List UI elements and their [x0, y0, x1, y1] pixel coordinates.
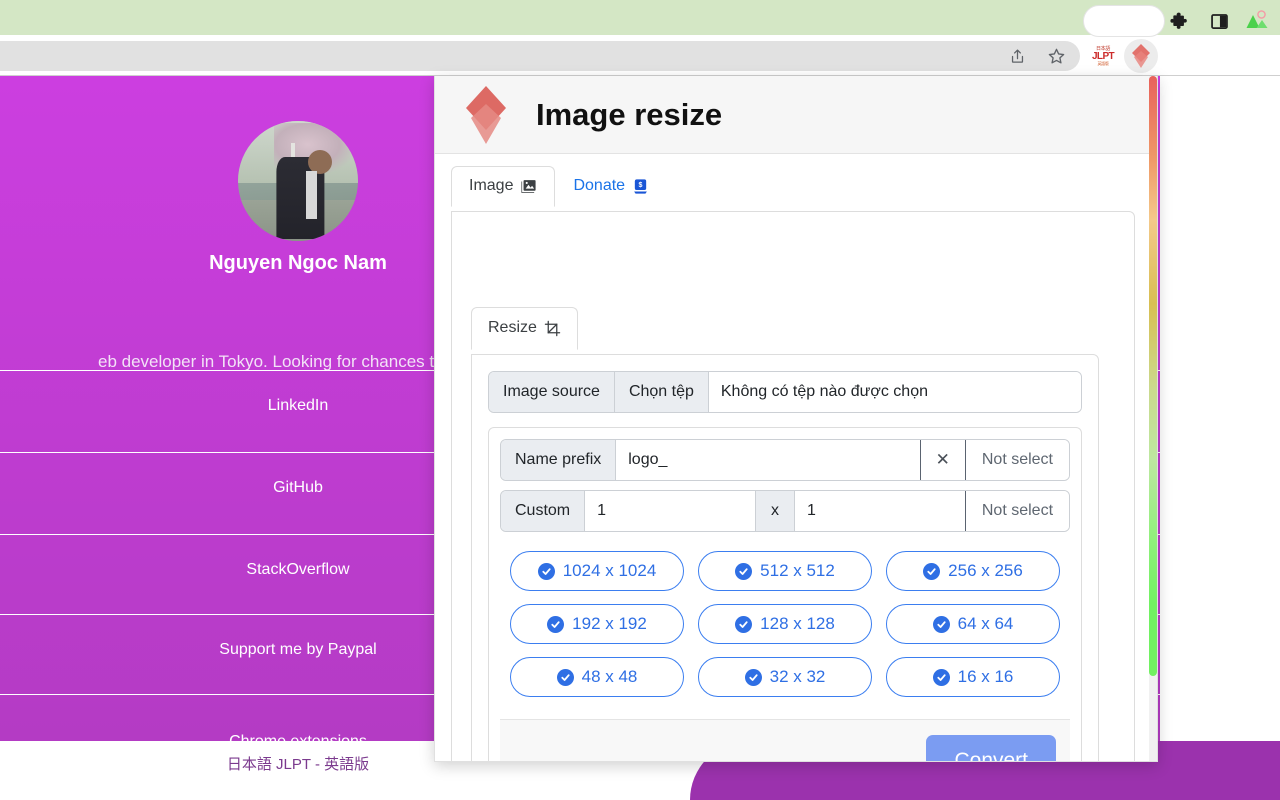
tab-resize-label: Resize — [488, 319, 537, 336]
popup-header: Image resize — [435, 76, 1151, 154]
tab-resize[interactable]: Resize — [471, 307, 578, 350]
size-chip-1024[interactable]: 1024 x 1024 — [510, 551, 684, 591]
custom-size-group: Custom 1 x 1 Not select — [500, 490, 1070, 532]
choose-file-button[interactable]: Chọn tệp — [614, 372, 709, 412]
share-icon[interactable] — [1002, 41, 1032, 71]
jlpt-icon-mid-text: JLPT — [1091, 50, 1115, 62]
custom-height-input[interactable]: 1 — [795, 491, 965, 531]
bookmark-star-icon[interactable] — [1041, 41, 1071, 71]
image-source-group: Image source Chọn tệp Không có tệp nào đ… — [488, 371, 1082, 413]
image-icon — [520, 178, 537, 195]
dimension-separator: x — [755, 491, 795, 531]
extensions-pill — [1083, 5, 1165, 37]
popup-scrollbar-track[interactable] — [1149, 76, 1157, 761]
size-chip-48[interactable]: 48 x 48 — [510, 657, 684, 697]
money-icon: $ — [632, 178, 649, 195]
popup-main-panel: Resize Image source Chọn tệp Không có tệ… — [451, 211, 1135, 761]
check-icon — [735, 615, 753, 633]
size-chip-label: 128 x 128 — [760, 614, 835, 633]
check-icon — [537, 562, 555, 580]
diamond-icon — [1132, 44, 1150, 68]
custom-size-select[interactable]: Not select — [964, 491, 1069, 531]
address-bar[interactable] — [0, 41, 1080, 71]
size-chip-512[interactable]: 512 x 512 — [698, 551, 872, 591]
size-chip-16[interactable]: 16 x 16 — [886, 657, 1060, 697]
check-icon — [923, 562, 941, 580]
convert-bar: Convert — [500, 719, 1070, 761]
crop-icon — [544, 320, 561, 337]
custom-width-input[interactable]: 1 — [585, 491, 755, 531]
name-prefix-select[interactable]: Not select — [964, 440, 1069, 480]
jlpt-extension-icon[interactable]: 日本語 JLPT 英語版 — [1088, 41, 1118, 71]
size-chip-label: 256 x 256 — [948, 561, 1023, 580]
size-chip-256[interactable]: 256 x 256 — [886, 551, 1060, 591]
popup-sub-tabs: Resize — [471, 307, 578, 350]
check-icon — [932, 615, 950, 633]
extension-popup: Image resize Image Donate $ Resize Image… — [434, 76, 1158, 762]
popup-main-tabs: Image Donate $ — [451, 166, 667, 207]
check-icon — [556, 668, 574, 686]
tab-donate-label: Donate — [573, 177, 626, 194]
resize-panel: Image source Chọn tệp Không có tệp nào đ… — [471, 354, 1099, 761]
name-prefix-label: Name prefix — [501, 440, 617, 480]
size-chip-label: 192 x 192 — [572, 614, 647, 633]
image-resize-extension-icon[interactable] — [1124, 39, 1158, 73]
check-icon — [932, 668, 950, 686]
size-chip-label: 64 x 64 — [957, 614, 1014, 633]
profile-avatar-icon[interactable] — [1242, 6, 1272, 36]
image-source-label: Image source — [489, 372, 615, 412]
name-prefix-input[interactable]: logo_ — [616, 440, 920, 480]
popup-scrollbar-thumb[interactable] — [1149, 76, 1157, 676]
size-preset-grid: 1024 x 1024 512 x 512 256 x 256 192 x 19… — [500, 551, 1070, 697]
size-chip-192[interactable]: 192 x 192 — [510, 604, 684, 644]
check-icon — [744, 668, 762, 686]
popup-title: Image resize — [536, 96, 723, 132]
check-icon — [735, 562, 753, 580]
size-chip-label: 32 x 32 — [769, 667, 826, 686]
tab-image-label: Image — [469, 177, 514, 194]
svg-text:$: $ — [639, 181, 643, 189]
size-chip-label: 48 x 48 — [581, 667, 638, 686]
resize-options-card: Name prefix logo_ ✕ Not select Custom 1 … — [488, 427, 1082, 761]
size-chip-32[interactable]: 32 x 32 — [698, 657, 872, 697]
custom-label: Custom — [501, 491, 586, 531]
diamond-logo — [460, 84, 512, 146]
size-chip-label: 16 x 16 — [957, 667, 1014, 686]
file-status-text: Không có tệp nào được chọn — [708, 372, 1081, 412]
size-chip-label: 1024 x 1024 — [562, 561, 657, 580]
extensions-puzzle-icon[interactable] — [1165, 6, 1195, 36]
size-chip-128[interactable]: 128 x 128 — [698, 604, 872, 644]
clear-prefix-button[interactable]: ✕ — [919, 440, 965, 480]
avatar — [238, 121, 358, 241]
convert-button[interactable]: Convert — [926, 734, 1056, 761]
tab-image[interactable]: Image — [451, 166, 556, 207]
tab-donate[interactable]: Donate $ — [555, 166, 667, 207]
size-chip-label: 512 x 512 — [760, 561, 835, 580]
jlpt-icon-bottom-text: 英語版 — [1097, 60, 1109, 66]
name-prefix-group: Name prefix logo_ ✕ Not select — [500, 439, 1070, 481]
check-icon — [547, 615, 565, 633]
size-chip-64[interactable]: 64 x 64 — [886, 604, 1060, 644]
side-panel-icon[interactable] — [1204, 6, 1234, 36]
